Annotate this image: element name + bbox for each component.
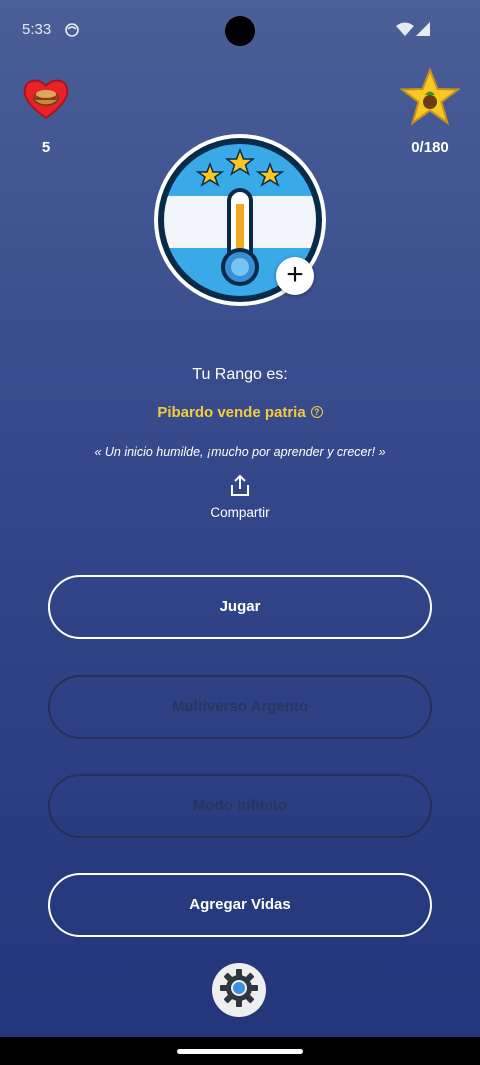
share-icon: [229, 474, 251, 502]
add-rank-button[interactable]: +: [276, 257, 314, 295]
home-handle[interactable]: [177, 1049, 303, 1054]
share-label: Compartir: [210, 505, 270, 520]
rank-label: Tu Rango es:: [192, 366, 288, 383]
add-lives-button[interactable]: Agregar Vidas: [48, 873, 432, 937]
stars-counter[interactable]: 0/180: [398, 67, 462, 156]
share-button[interactable]: Compartir: [200, 474, 280, 520]
wifi-icon: [396, 22, 414, 41]
sync-icon: [64, 22, 80, 43]
multiverse-button[interactable]: Multiverso Argento: [48, 675, 432, 739]
status-time: 5:33: [22, 21, 52, 38]
rank-quote: « Un inicio humilde, ¡mucho por aprender…: [94, 445, 386, 459]
star-icon: [399, 67, 461, 130]
navigation-bar: [0, 1037, 480, 1065]
signal-icon: [416, 22, 430, 41]
rank-name-text: Pibardo vende patria: [157, 404, 306, 421]
stars-count: 0/180: [411, 139, 449, 156]
camera-cutout: [225, 16, 255, 46]
status-bar: 5:33: [0, 0, 480, 60]
help-icon[interactable]: ?: [310, 406, 323, 418]
settings-button[interactable]: [212, 963, 266, 1017]
rank-name[interactable]: Pibardo vende patria?: [0, 404, 480, 421]
lives-count: 5: [41, 139, 51, 156]
heart-icon: [22, 79, 70, 124]
system-icons: [396, 22, 430, 41]
gear-icon: [219, 968, 259, 1013]
play-button[interactable]: Jugar: [48, 575, 432, 639]
infinite-mode-button[interactable]: Modo Infinito: [48, 774, 432, 838]
lives-counter[interactable]: 5: [20, 78, 72, 156]
